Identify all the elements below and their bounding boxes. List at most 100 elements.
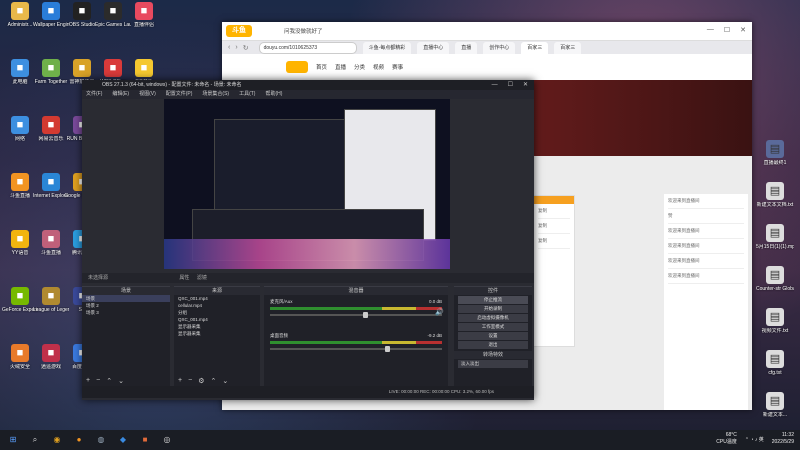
add-icon[interactable]: + — [178, 377, 182, 385]
site-menu-item[interactable]: 视频 — [373, 63, 384, 71]
chrome-icon[interactable]: ◉ — [48, 433, 66, 447]
obs-menu-file[interactable]: 文件(F) — [86, 90, 102, 99]
taskbar: ⊞ ⌕ ◉ ● ◍ ◆ ■ ◎ 68°C CPU温度 ⌃ ◔ ♪ 英 11:32… — [0, 430, 800, 450]
source-item[interactable]: QXC_001.mp4 — [174, 316, 260, 323]
browser-tab[interactable]: 斗鱼-每点都精彩 — [362, 42, 412, 54]
speaker-icon[interactable]: 🔊 — [435, 308, 444, 316]
scenes-header: 场景 — [82, 287, 170, 295]
fader-knob[interactable] — [385, 346, 391, 352]
clock[interactable]: 11:32 2022/5/29 — [772, 432, 794, 446]
obs-menu-view[interactable]: 视图(V) — [139, 90, 156, 99]
scene-item[interactable]: 场景 3 — [82, 309, 170, 316]
clock-date: 2022/5/29 — [771, 439, 794, 445]
site-menu-item[interactable]: 首页 — [316, 63, 327, 71]
desktop-icon[interactable]: ▤ 视频文件.txt — [756, 308, 794, 334]
sources-header: 来源 — [174, 287, 260, 295]
security-icon: ■ — [11, 344, 29, 362]
source-item[interactable]: cellular.mp4 — [174, 302, 260, 309]
popup-item[interactable]: 复制 — [538, 223, 570, 234]
desktop-icon[interactable]: ▤ Counter-str Global Of... — [756, 266, 794, 292]
chat-item: 欢迎来到直播间 — [668, 273, 744, 284]
obs-preview[interactable] — [164, 99, 450, 269]
obs-menu-help[interactable]: 帮助(H) — [265, 90, 282, 99]
source-item[interactable]: 显示器采集 — [174, 323, 260, 330]
settings-button[interactable]: 设置 — [458, 332, 528, 340]
obs-statusbar: LIVE: 00:00:00 REC: 00:00:00 CPU: 3.2%, … — [82, 386, 534, 398]
desktop-icon[interactable]: ▤ 新建文本... — [756, 392, 794, 418]
add-icon[interactable]: + — [86, 377, 90, 385]
game-icon[interactable]: ■ — [136, 433, 154, 447]
site-menu-item[interactable]: 分类 — [354, 63, 365, 71]
down-icon[interactable]: ⌄ — [118, 377, 124, 385]
gear-icon[interactable]: ⚙ — [198, 377, 204, 385]
obs-menubar: 文件(F) 编辑(E) 视图(V) 配置文件(P) 场景集合(S) 工具(T) … — [82, 90, 534, 99]
site-menu-item[interactable]: 直播 — [335, 63, 346, 71]
close-icon[interactable]: ✕ — [740, 26, 746, 34]
properties-button[interactable]: 属性 — [179, 275, 189, 281]
start-recording-button[interactable]: 开始录制 — [458, 305, 528, 313]
exit-button[interactable]: 退出 — [458, 341, 528, 349]
virtual-camera-button[interactable]: 启动虚拟摄像机 — [458, 314, 528, 322]
source-item[interactable]: QXC_001.mp4 — [174, 295, 260, 302]
browser-icon[interactable]: ◆ — [114, 433, 132, 447]
popup-item[interactable]: 复制 — [538, 238, 570, 249]
volume-fader[interactable] — [270, 312, 442, 318]
desktop-icon[interactable]: ▤ 直播最终1 — [756, 140, 794, 166]
browser-tab[interactable]: 百家三 — [521, 42, 549, 54]
desktop-icon[interactable]: ■ 直播伴侣 — [126, 2, 162, 28]
obs-menu-scene-collection[interactable]: 场景集合(S) — [202, 90, 229, 99]
remove-icon[interactable]: − — [96, 377, 100, 385]
steam-icon[interactable]: ◍ — [92, 433, 110, 447]
computer-icon: ■ — [11, 59, 29, 77]
down-icon[interactable]: ⌄ — [222, 377, 228, 385]
back-icon[interactable]: ‹ — [228, 44, 230, 52]
obs-menu-tools[interactable]: 工具(T) — [239, 90, 255, 99]
filters-button[interactable]: 滤镜 — [197, 275, 207, 281]
site-logo[interactable] — [286, 61, 308, 73]
obs-menu-profile[interactable]: 配置文件(P) — [166, 90, 193, 99]
obs-menu-edit[interactable]: 编辑(E) — [112, 90, 129, 99]
maximize-icon[interactable]: ☐ — [724, 26, 730, 34]
fader-knob[interactable] — [362, 312, 368, 318]
stop-streaming-button[interactable]: 停止推流 — [458, 296, 528, 304]
minimize-icon[interactable]: — — [707, 26, 714, 34]
forward-icon[interactable]: › — [235, 44, 237, 52]
scene-item[interactable]: 场景 2 — [82, 302, 170, 309]
obs-window[interactable]: OBS 27.1.3 (64-bit, windows) - 配置文件: 未命名… — [82, 80, 534, 400]
refresh-icon[interactable]: ↻ — [243, 44, 249, 52]
address-bar[interactable]: douyu.com/1010625373 — [258, 42, 357, 54]
up-icon[interactable]: ⌃ — [106, 377, 112, 385]
browser-tab[interactable]: 直播中心 — [417, 42, 450, 54]
live-companion-icon: ■ — [135, 2, 153, 20]
site-menu-item[interactable]: 赛事 — [392, 63, 403, 71]
cpu-temp[interactable]: 68°C CPU温度 — [716, 432, 737, 446]
popup-header — [534, 196, 574, 204]
desktop-icon[interactable]: ▤ cfg.txt — [756, 350, 794, 376]
source-item[interactable]: 分组 — [174, 309, 260, 316]
desktop-icon[interactable]: ▤ 新建文本文档.txt — [756, 182, 794, 208]
volume-fader[interactable] — [270, 346, 442, 352]
chat-item: 赞 — [668, 213, 744, 224]
popup-item[interactable]: 复制 — [538, 208, 570, 219]
studio-mode-button[interactable]: 工作室模式 — [458, 323, 528, 331]
transition-select[interactable]: 淡入淡出 — [458, 360, 528, 368]
maximize-icon[interactable]: ☐ — [508, 80, 513, 90]
obs-icon[interactable]: ◎ — [158, 433, 176, 447]
desktop-icon[interactable]: ▤ 5月15日(1)(1).mp4 — [756, 224, 794, 250]
chat-item: 欢迎来到直播间 — [668, 258, 744, 269]
close-icon[interactable]: ✕ — [523, 80, 528, 90]
browser-tab[interactable]: 直播 — [455, 42, 478, 54]
start-icon[interactable]: ⊞ — [4, 433, 22, 447]
minimize-icon[interactable]: — — [492, 80, 498, 90]
remove-icon[interactable]: − — [188, 377, 192, 385]
browser-tab[interactable]: 创作中心 — [483, 42, 516, 54]
scene-item[interactable]: 场景 — [82, 295, 170, 302]
desktop-icon-label: 视频文件.txt — [761, 328, 789, 334]
douyu-icon[interactable]: ● — [70, 433, 88, 447]
volume-meter — [270, 307, 442, 310]
tray-icons[interactable]: ⌃ ◔ ♪ 英 — [745, 436, 764, 443]
source-item[interactable]: 显示器采集 — [174, 330, 260, 337]
browser-tab[interactable]: 百家三 — [554, 42, 582, 54]
search-icon[interactable]: ⌕ — [26, 433, 44, 447]
up-icon[interactable]: ⌃ — [210, 377, 216, 385]
